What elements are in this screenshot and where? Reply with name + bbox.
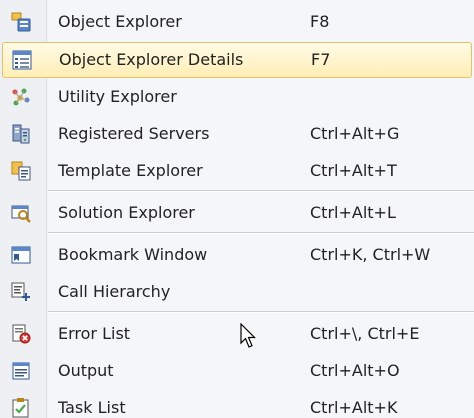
menu-item-shortcut: Ctrl+Alt+G	[310, 124, 400, 143]
menu-item-label: Solution Explorer	[58, 203, 195, 222]
menu-item-object-explorer-details[interactable]: Object Explorer Details F7	[2, 42, 472, 78]
menu-item-object-explorer[interactable]: Object Explorer F8	[0, 4, 474, 40]
solution-explorer-icon	[11, 205, 31, 223]
bookmark-window-icon	[11, 246, 31, 264]
menu-item-shortcut: Ctrl+Alt+L	[310, 203, 396, 222]
menu-item-shortcut: Ctrl+Alt+O	[310, 361, 400, 380]
menu-item-task-list[interactable]: Task List Ctrl+Alt+K	[0, 390, 474, 418]
menu-item-label: Output	[58, 361, 114, 380]
menu-item-label: Object Explorer Details	[59, 50, 244, 69]
mouse-cursor-icon	[240, 323, 256, 348]
menu-item-label: Call Hierarchy	[58, 282, 171, 301]
menu-item-label: Error List	[58, 324, 131, 343]
menu-item-solution-explorer[interactable]: Solution Explorer Ctrl+Alt+L	[0, 195, 474, 231]
menu-item-label: Template Explorer	[58, 161, 203, 180]
menu-item-bookmark-window[interactable]: Bookmark Window Ctrl+K, Ctrl+W	[0, 237, 474, 273]
menu-item-registered-servers[interactable]: Registered Servers Ctrl+Alt+G	[0, 116, 474, 152]
menu-item-label: Registered Servers	[58, 124, 210, 143]
template-explorer-icon	[11, 161, 31, 181]
menu-item-output[interactable]: Output Ctrl+Alt+O	[0, 353, 474, 389]
menu-item-error-list[interactable]: Error List Ctrl+\, Ctrl+E	[0, 316, 474, 352]
menu-item-label: Bookmark Window	[58, 245, 208, 264]
menu-item-template-explorer[interactable]: Template Explorer Ctrl+Alt+T	[0, 153, 474, 189]
menu-item-label: Task List	[58, 398, 126, 417]
menu-item-call-hierarchy[interactable]: Call Hierarchy	[0, 274, 474, 310]
error-list-icon	[12, 324, 31, 344]
menu-separator	[48, 232, 474, 234]
registered-servers-icon	[12, 124, 30, 144]
view-menu: Object Explorer F8 Object Explorer Detai…	[0, 0, 474, 418]
menu-item-shortcut: Ctrl+Alt+T	[310, 161, 397, 180]
task-list-icon	[12, 398, 29, 418]
menu-item-shortcut: Ctrl+K, Ctrl+W	[310, 245, 431, 264]
menu-item-label: Object Explorer	[58, 12, 182, 31]
menu-item-shortcut: F7	[311, 50, 331, 69]
menu-separator	[48, 190, 474, 192]
menu-item-shortcut: Ctrl+\, Ctrl+E	[310, 324, 420, 343]
menu-item-utility-explorer[interactable]: Utility Explorer	[0, 79, 474, 115]
menu-item-shortcut: Ctrl+Alt+K	[310, 398, 398, 417]
object-explorer-icon	[11, 12, 31, 32]
menu-item-label: Utility Explorer	[58, 87, 177, 106]
output-icon	[12, 362, 30, 380]
menu-item-shortcut: F8	[310, 12, 330, 31]
utility-explorer-icon	[12, 88, 30, 106]
call-hierarchy-icon	[11, 282, 30, 301]
object-explorer-details-icon	[12, 50, 32, 70]
menu-separator	[48, 311, 474, 313]
